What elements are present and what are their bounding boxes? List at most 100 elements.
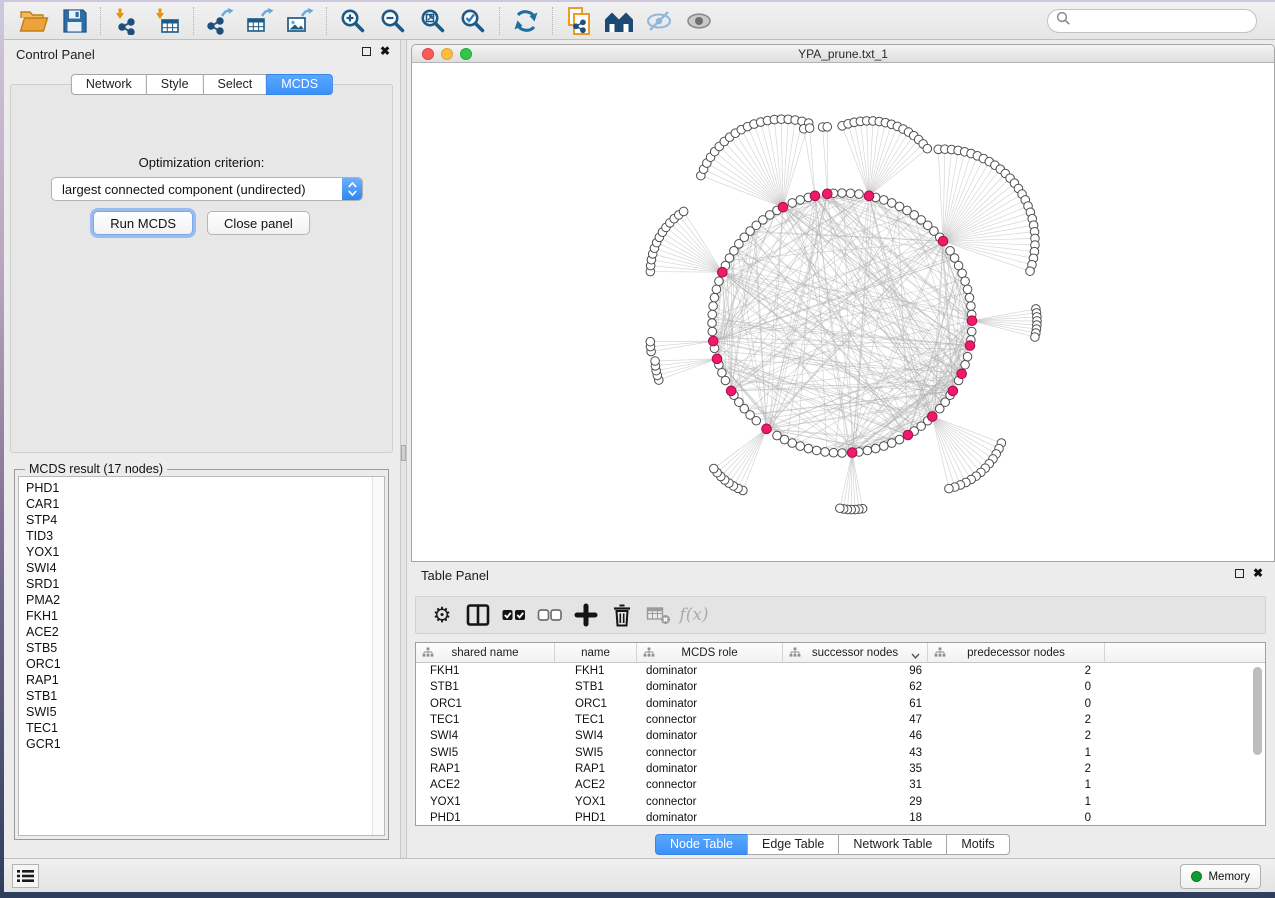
node-table[interactable]: shared namenameMCDS rolesuccessor nodesp… bbox=[415, 642, 1266, 826]
vertical-splitter[interactable] bbox=[400, 40, 407, 858]
table-cell: RAP1 bbox=[555, 763, 637, 775]
column-header-MCDS-role[interactable]: MCDS role bbox=[637, 643, 783, 662]
deselect-all-icon[interactable] bbox=[532, 599, 568, 631]
network-canvas[interactable] bbox=[412, 63, 1274, 561]
mcds-result-item[interactable]: GCR1 bbox=[19, 736, 384, 752]
mcds-result-item[interactable]: SRD1 bbox=[19, 576, 384, 592]
mcds-list-scrollbar[interactable] bbox=[372, 477, 384, 835]
zoom-fit-icon[interactable] bbox=[413, 5, 453, 37]
memory-button[interactable]: Memory bbox=[1180, 864, 1261, 889]
mcds-result-item[interactable]: STB5 bbox=[19, 640, 384, 656]
maximize-window-icon[interactable] bbox=[460, 48, 472, 60]
add-column-icon[interactable] bbox=[568, 599, 604, 631]
tab-edge-table[interactable]: Edge Table bbox=[747, 834, 839, 855]
import-table-icon[interactable] bbox=[147, 5, 187, 37]
gear-icon[interactable]: ⚙ bbox=[424, 599, 460, 631]
export-image-icon[interactable] bbox=[280, 5, 320, 37]
search-box[interactable] bbox=[1047, 9, 1257, 33]
memory-status-icon bbox=[1191, 871, 1202, 882]
mcds-result-item[interactable]: CAR1 bbox=[19, 496, 384, 512]
table-cell: TEC1 bbox=[416, 714, 555, 726]
open-session-icon[interactable] bbox=[14, 5, 54, 37]
first-neighbors-icon[interactable] bbox=[599, 5, 639, 37]
export-table-icon[interactable] bbox=[240, 5, 280, 37]
zoom-selected-icon[interactable] bbox=[453, 5, 493, 37]
column-header-predecessor-nodes[interactable]: predecessor nodes bbox=[928, 643, 1105, 662]
tab-motifs[interactable]: Motifs bbox=[946, 834, 1009, 855]
search-input[interactable] bbox=[1075, 14, 1255, 28]
task-history-button[interactable] bbox=[12, 864, 39, 888]
table-row[interactable]: STB1STB1dominator620 bbox=[416, 679, 1265, 695]
mcds-result-item[interactable]: TID3 bbox=[19, 528, 384, 544]
column-header-successor-nodes[interactable]: successor nodes bbox=[783, 643, 928, 662]
tab-node-table[interactable]: Node Table bbox=[655, 834, 748, 855]
table-row[interactable]: SWI5SWI5connector431 bbox=[416, 744, 1265, 760]
float-panel-icon[interactable] bbox=[362, 47, 371, 56]
clone-network-icon[interactable] bbox=[559, 5, 599, 37]
split-panel-icon[interactable] bbox=[460, 599, 496, 631]
mcds-result-item[interactable]: PHD1 bbox=[19, 480, 384, 496]
mcds-result-item[interactable]: FKH1 bbox=[19, 608, 384, 624]
select-all-icon[interactable] bbox=[496, 599, 532, 631]
mcds-result-item[interactable]: SWI5 bbox=[19, 704, 384, 720]
refresh-layout-icon[interactable] bbox=[506, 5, 546, 37]
tab-network-table[interactable]: Network Table bbox=[838, 834, 947, 855]
hide-graphics-details-icon[interactable] bbox=[679, 5, 719, 37]
delete-table-icon bbox=[640, 599, 676, 631]
show-graphics-details-icon[interactable] bbox=[639, 5, 679, 37]
table-row[interactable]: ORC1ORC1dominator610 bbox=[416, 696, 1265, 712]
mcds-result-item[interactable]: RAP1 bbox=[19, 672, 384, 688]
import-network-icon[interactable] bbox=[107, 5, 147, 37]
toolbar-separator bbox=[499, 7, 500, 35]
close-table-panel-icon[interactable]: ✖ bbox=[1253, 568, 1263, 579]
tab-network[interactable]: Network bbox=[71, 74, 147, 95]
control-panel: Control Panel ✖ NetworkStyleSelectMCDS O… bbox=[4, 40, 400, 858]
table-cell: SWI5 bbox=[416, 747, 555, 759]
hierarchy-icon bbox=[422, 647, 434, 661]
close-window-icon[interactable] bbox=[422, 48, 434, 60]
network-window-titlebar[interactable]: YPA_prune.txt_1 bbox=[412, 45, 1274, 63]
splitter-handle[interactable] bbox=[401, 445, 406, 461]
network-graph[interactable] bbox=[412, 63, 1274, 561]
table-cell: ORC1 bbox=[555, 698, 637, 710]
float-table-panel-icon[interactable] bbox=[1235, 569, 1244, 578]
mcds-result-item[interactable]: TEC1 bbox=[19, 720, 384, 736]
table-row[interactable]: ACE2ACE2connector311 bbox=[416, 777, 1265, 793]
export-network-icon[interactable] bbox=[200, 5, 240, 37]
table-cell: dominator bbox=[637, 730, 783, 742]
function-builder-icon: f(x) bbox=[676, 599, 712, 631]
mcds-result-item[interactable]: SWI4 bbox=[19, 560, 384, 576]
mcds-result-item[interactable]: YOX1 bbox=[19, 544, 384, 560]
table-row[interactable]: TEC1TEC1connector472 bbox=[416, 712, 1265, 728]
save-session-icon[interactable] bbox=[54, 5, 94, 37]
tab-select[interactable]: Select bbox=[203, 74, 268, 95]
mcds-result-item[interactable]: STB1 bbox=[19, 688, 384, 704]
close-panel-button[interactable]: Close panel bbox=[207, 211, 310, 235]
column-header-name[interactable]: name bbox=[555, 643, 637, 662]
zoom-in-icon[interactable] bbox=[333, 5, 373, 37]
table-row[interactable]: PHD1PHD1dominator180 bbox=[416, 810, 1265, 826]
table-row[interactable]: YOX1YOX1connector291 bbox=[416, 793, 1265, 809]
mcds-result-list[interactable]: PHD1CAR1STP4TID3YOX1SWI4SRD1PMA2FKH1ACE2… bbox=[18, 476, 385, 836]
table-cell: YOX1 bbox=[555, 796, 637, 808]
mcds-result-item[interactable]: STP4 bbox=[19, 512, 384, 528]
mcds-result-item[interactable]: ACE2 bbox=[19, 624, 384, 640]
run-mcds-button[interactable]: Run MCDS bbox=[93, 211, 193, 235]
mcds-result-item[interactable]: ORC1 bbox=[19, 656, 384, 672]
delete-column-icon[interactable] bbox=[604, 599, 640, 631]
criterion-dropdown[interactable]: largest connected component (undirected) bbox=[51, 177, 363, 201]
column-header-shared-name[interactable]: shared name bbox=[416, 643, 555, 662]
tab-mcds[interactable]: MCDS bbox=[266, 74, 333, 95]
mcds-result-item[interactable]: PMA2 bbox=[19, 592, 384, 608]
zoom-out-icon[interactable] bbox=[373, 5, 413, 37]
table-cell: 96 bbox=[783, 665, 928, 677]
table-row[interactable]: RAP1RAP1dominator352 bbox=[416, 761, 1265, 777]
minimize-window-icon[interactable] bbox=[441, 48, 453, 60]
table-row[interactable]: SWI4SWI4dominator462 bbox=[416, 728, 1265, 744]
table-scrollbar[interactable] bbox=[1253, 667, 1262, 755]
close-panel-icon[interactable]: ✖ bbox=[380, 46, 390, 57]
table-panel-title: Table Panel bbox=[421, 568, 489, 583]
table-row[interactable]: FKH1FKH1dominator962 bbox=[416, 663, 1265, 679]
table-cell: YOX1 bbox=[416, 796, 555, 808]
tab-style[interactable]: Style bbox=[146, 74, 204, 95]
